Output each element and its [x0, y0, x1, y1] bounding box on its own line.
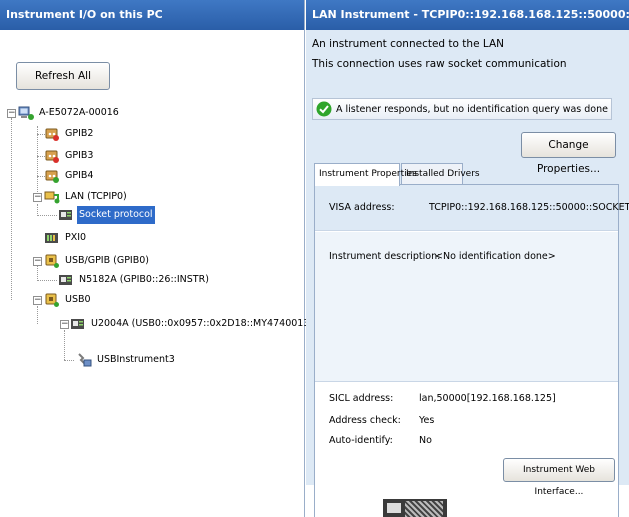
tab-panel: VISA address: TCPIP0::192.168.168.125::5…	[314, 184, 629, 517]
gpib-interface-icon	[45, 170, 59, 183]
tree-node-usbinstrument3[interactable]: USBInstrument3	[76, 351, 177, 369]
tree-node-label: GPIB2	[65, 128, 94, 139]
tree-node-pxi0[interactable]: PXI0	[44, 229, 88, 247]
collapse-toggle[interactable]: −	[7, 109, 16, 118]
collapse-toggle[interactable]: −	[33, 257, 42, 266]
instrument-description-value: <No identification done>	[435, 251, 556, 262]
tree-node-label: PXI0	[65, 232, 87, 243]
computer-icon	[18, 106, 34, 120]
tree-node-label: USB/GPIB (GPIB0)	[65, 255, 149, 266]
sicl-address-value: lan,50000[192.168.168.125]	[419, 393, 556, 404]
usb-interface-icon	[45, 293, 59, 307]
usb-instrument-icon	[78, 353, 92, 367]
instrument-image	[383, 499, 447, 517]
tree-node-label: A-E5072A-00016	[39, 107, 119, 118]
info-line-2: This connection uses raw socket communic…	[312, 58, 567, 70]
collapse-toggle[interactable]: −	[33, 296, 42, 305]
tab-instrument-properties[interactable]: Instrument Properties	[314, 163, 417, 186]
sicl-section: SICL address: lan,50000[192.168.168.125]…	[315, 383, 618, 517]
instrument-tree: − A-E5072A-00016 GPIB2 GPIB3 GPIB4 − LAN…	[0, 0, 366, 517]
tree-node-socket-protocol[interactable]: Socket protocol	[58, 206, 155, 224]
instrument-io-pane: Instrument I/O on this PC Refresh All − …	[0, 0, 366, 517]
tree-node-lan[interactable]: LAN (TCPIP0)	[44, 188, 129, 206]
collapse-toggle[interactable]: −	[33, 193, 42, 202]
tree-node-label: LAN (TCPIP0)	[65, 191, 127, 202]
status-bar: A listener responds, but no identificati…	[312, 98, 612, 120]
instrument-description-label: Instrument description:	[329, 251, 441, 262]
tree-node-pc[interactable]: A-E5072A-00016	[18, 104, 121, 122]
auto-identify-value: No	[419, 435, 432, 446]
instrument-title: LAN Instrument - TCPIP0::192.168.168.125…	[306, 0, 629, 30]
collapse-toggle[interactable]: −	[60, 320, 69, 329]
status-text: A listener responds, but no identificati…	[336, 103, 608, 115]
address-check-value: Yes	[419, 415, 435, 426]
instrument-icon	[45, 233, 58, 243]
tree-node-label: GPIB4	[65, 170, 94, 181]
description-section: Instrument description: <No identificati…	[315, 232, 618, 382]
tree-node-label: GPIB3	[65, 150, 94, 161]
visa-section: VISA address: TCPIP0::192.168.168.125::5…	[315, 185, 629, 231]
gpib-interface-error-icon	[45, 128, 59, 141]
visa-address-value: TCPIP0::192.168.168.125::50000::SOCKET	[429, 202, 629, 213]
lan-interface-icon	[44, 191, 60, 204]
lan-instrument-pane: LAN Instrument - TCPIP0::192.168.168.125…	[306, 0, 629, 517]
sicl-address-label: SICL address:	[329, 393, 394, 404]
address-check-label: Address check:	[329, 415, 401, 426]
tree-node-n5182a[interactable]: N5182A (GPIB0::26::INSTR)	[58, 271, 211, 289]
tree-node-gpib4[interactable]: GPIB4	[44, 167, 95, 185]
tree-node-label: USBInstrument3	[97, 354, 175, 365]
tree-node-label: Socket protocol	[77, 206, 155, 224]
instrument-web-interface-button[interactable]: Instrument Web Interface...	[503, 458, 615, 497]
tree-node-usb-gpib[interactable]: USB/GPIB (GPIB0)	[44, 252, 151, 270]
check-circle-icon	[316, 101, 332, 117]
tree-node-gpib3[interactable]: GPIB3	[44, 147, 95, 165]
gpib-interface-error-icon	[45, 150, 59, 163]
tree-node-usb0[interactable]: USB0	[44, 291, 93, 309]
visa-address-label: VISA address:	[329, 202, 395, 213]
auto-identify-label: Auto-identify:	[329, 435, 393, 446]
info-line-1: An instrument connected to the LAN	[312, 38, 504, 50]
change-properties-button[interactable]: Change Properties...	[521, 132, 616, 175]
usb-interface-icon	[45, 254, 59, 268]
instrument-icon	[71, 319, 84, 329]
tree-node-label: N5182A (GPIB0::26::INSTR)	[79, 274, 209, 285]
instrument-icon	[59, 275, 72, 285]
tree-node-label: USB0	[65, 294, 91, 305]
instrument-icon	[59, 210, 72, 220]
tree-node-gpib2[interactable]: GPIB2	[44, 125, 95, 143]
